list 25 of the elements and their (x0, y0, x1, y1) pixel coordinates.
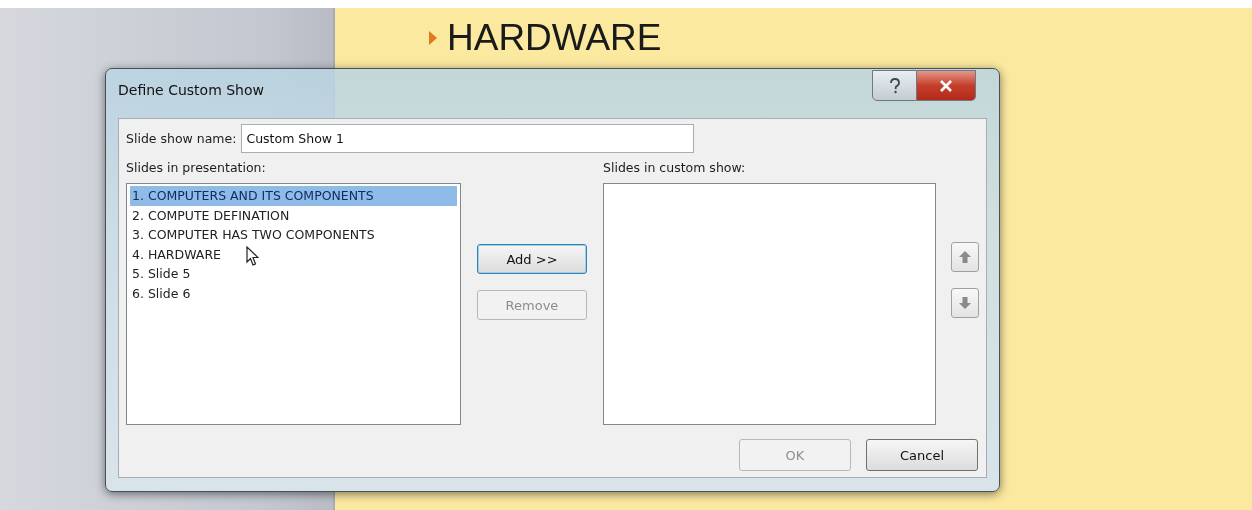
slide-list-item[interactable]: 4. HARDWARE (130, 244, 457, 264)
slide-list-item[interactable]: 6. Slide 6 (130, 283, 457, 303)
mouse-cursor-icon (246, 246, 259, 266)
help-icon (888, 77, 901, 94)
slide-bullet-text: HARDWARE (447, 16, 662, 60)
transfer-button[interactable]: Add >> (477, 244, 587, 274)
name-input-field[interactable]: Custom Show 1 (241, 124, 695, 153)
slides-listbox[interactable]: 1. COMPUTERS AND ITS COMPONENTS 2. COMPUTE DEFINATION 3. COMPUTER HAS TWO COMPONENTS 4. HARDWARE 5. Slide 5 6. Slide 6 (126, 183, 461, 425)
dialog-button[interactable]: Cancel (866, 439, 978, 471)
help-button[interactable] (872, 70, 917, 101)
slide-list-item[interactable]: 5. Slide 5 (130, 264, 457, 284)
move-down-button[interactable] (951, 288, 979, 318)
slide-list-item[interactable]: 3. COMPUTER HAS TWO COMPONENTS (130, 225, 457, 245)
move-up-button[interactable] (951, 242, 979, 272)
list-label: Slides in custom show: (603, 160, 747, 175)
window-title: Define Custom Show (118, 82, 264, 98)
bullet-arrow-icon (429, 31, 437, 45)
name-label: Slide show name: (126, 131, 237, 146)
slide-list-item[interactable]: 2. COMPUTE DEFINATION (130, 205, 457, 225)
list-label: Slides in presentation: (126, 160, 267, 175)
down-arrow-icon (959, 297, 971, 309)
close-button[interactable] (917, 70, 976, 101)
up-arrow-icon (959, 251, 971, 263)
slide-list-item[interactable]: 1. COMPUTERS AND ITS COMPONENTS (130, 186, 457, 206)
close-icon (939, 79, 953, 92)
